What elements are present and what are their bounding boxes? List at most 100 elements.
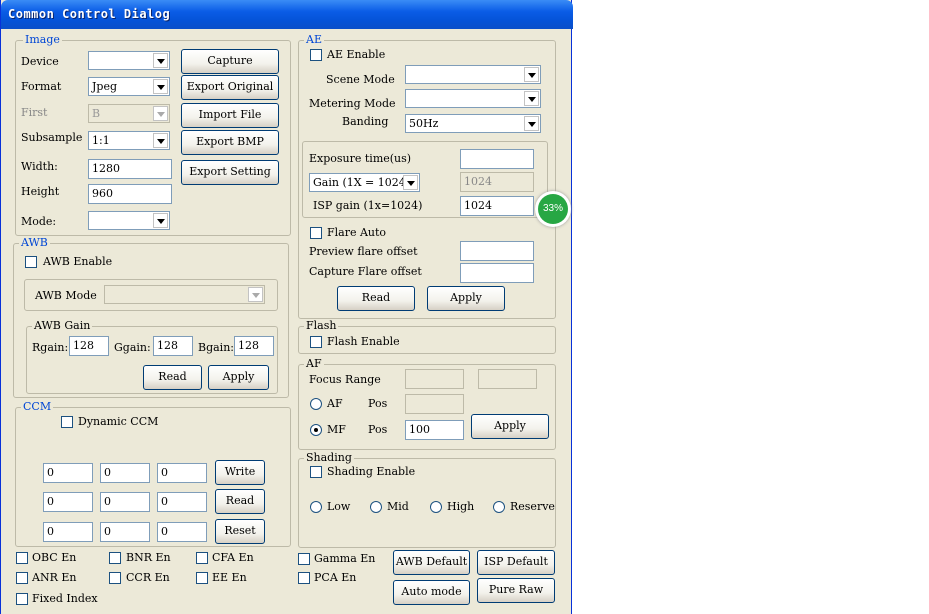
chevron-down-icon[interactable] — [153, 79, 168, 94]
dynamic-ccm-checkbox[interactable] — [61, 416, 73, 428]
awb-group-title: AWB — [19, 236, 50, 249]
isp-default-button[interactable]: ISP Default — [477, 550, 555, 575]
rgain-input[interactable]: 128 — [69, 336, 109, 356]
chevron-down-icon[interactable] — [524, 116, 539, 131]
cfa-en-checkbox[interactable] — [196, 552, 208, 564]
anr-en-label: ANR En — [32, 571, 77, 584]
device-select[interactable] — [88, 51, 170, 70]
pca-en-checkbox[interactable] — [298, 572, 310, 584]
ccm-write-button[interactable]: Write — [215, 460, 265, 485]
ccr-en-label: CCR En — [126, 571, 170, 584]
chevron-down-icon[interactable] — [524, 91, 539, 106]
bnr-en-label: BNR En — [126, 551, 171, 564]
shading-reserve-radio[interactable] — [493, 501, 505, 513]
export-setting-button[interactable]: Export Setting — [181, 160, 279, 185]
shading-enable-checkbox[interactable] — [310, 466, 322, 478]
width-input[interactable]: 1280 — [88, 159, 172, 179]
image-group-title: Image — [23, 33, 62, 46]
auto-mode-button[interactable]: Auto mode — [393, 580, 470, 605]
height-input[interactable]: 960 — [88, 184, 172, 204]
preview-flare-input[interactable] — [460, 241, 534, 261]
banding-label: Banding — [342, 115, 389, 128]
title-bar[interactable]: Common Control Dialog — [1, 0, 573, 29]
shading-mid-label: Mid — [387, 500, 409, 513]
anr-en-checkbox[interactable] — [16, 572, 28, 584]
ccm-cell[interactable]: 0 — [100, 522, 150, 542]
ccm-cell[interactable]: 0 — [157, 463, 207, 483]
device-label: Device — [21, 55, 59, 68]
awb-apply-button[interactable]: Apply — [208, 365, 269, 390]
capture-flare-input[interactable] — [460, 263, 534, 283]
window-title: Common Control Dialog — [8, 7, 171, 21]
fixed-index-checkbox[interactable] — [16, 593, 28, 605]
ae-enable-checkbox[interactable] — [310, 49, 322, 61]
banding-select[interactable]: 50Hz — [405, 114, 541, 133]
awb-read-button[interactable]: Read — [143, 365, 202, 390]
scene-mode-select[interactable] — [405, 65, 541, 84]
pure-raw-button[interactable]: Pure Raw — [477, 578, 555, 603]
ccm-cell[interactable]: 0 — [43, 492, 93, 512]
export-original-button[interactable]: Export Original — [181, 75, 279, 100]
ccm-cell[interactable]: 0 — [157, 522, 207, 542]
bgain-input[interactable]: 128 — [234, 336, 274, 356]
chevron-down-icon[interactable] — [403, 175, 418, 190]
dynamic-ccm-label: Dynamic CCM — [78, 415, 159, 428]
bnr-en-checkbox[interactable] — [109, 552, 121, 564]
flare-auto-checkbox[interactable] — [310, 227, 322, 239]
shading-reserve-label: Reserve — [510, 500, 555, 513]
gain-select[interactable]: Gain (1X = 1024) — [309, 173, 420, 192]
chevron-down-icon[interactable] — [153, 53, 168, 68]
cfa-en-label: CFA En — [212, 551, 254, 564]
metering-mode-label: Metering Mode — [309, 97, 396, 110]
metering-mode-select[interactable] — [405, 89, 541, 108]
ccm-read-button[interactable]: Read — [215, 489, 265, 514]
obc-en-checkbox[interactable] — [16, 552, 28, 564]
exposure-label: Exposure time(us) — [309, 152, 412, 165]
ccm-cell[interactable]: 0 — [43, 522, 93, 542]
shading-low-radio[interactable] — [310, 501, 322, 513]
awb-enable-checkbox[interactable] — [25, 256, 37, 268]
ae-apply-button[interactable]: Apply — [427, 286, 505, 311]
ggain-input[interactable]: 128 — [153, 336, 193, 356]
exposure-input[interactable] — [460, 149, 534, 169]
fixed-index-label: Fixed Index — [32, 592, 98, 605]
capture-button[interactable]: Capture — [181, 49, 279, 74]
shading-low-label: Low — [327, 500, 351, 513]
dialog-window: Common Control Dialog Image Device Forma… — [0, 0, 573, 614]
flare-auto-label: Flare Auto — [327, 226, 387, 239]
ee-en-checkbox[interactable] — [196, 572, 208, 584]
progress-badge[interactable]: 33% — [535, 191, 571, 227]
subsample-select[interactable]: 1:1 — [88, 131, 170, 150]
ccm-cell[interactable]: 0 — [100, 492, 150, 512]
ae-read-button[interactable]: Read — [337, 286, 415, 311]
first-select: B — [88, 104, 170, 123]
chevron-down-icon[interactable] — [153, 133, 168, 148]
mf-pos-label: Pos — [368, 423, 388, 436]
ae-group-title: AE — [304, 33, 324, 46]
mf-pos-input[interactable]: 100 — [405, 420, 464, 440]
isp-gain-input[interactable]: 1024 — [460, 196, 534, 216]
ccm-cell[interactable]: 0 — [100, 463, 150, 483]
ccr-en-checkbox[interactable] — [109, 572, 121, 584]
format-select[interactable]: Jpeg — [88, 77, 170, 96]
export-bmp-button[interactable]: Export BMP — [181, 130, 279, 155]
import-file-button[interactable]: Import File — [181, 103, 279, 128]
af-radio[interactable] — [310, 398, 322, 410]
gamma-en-label: Gamma En — [314, 552, 376, 565]
height-label: Height — [21, 185, 60, 198]
ccm-reset-button[interactable]: Reset — [215, 519, 265, 544]
obc-en-label: OBC En — [32, 551, 77, 564]
ccm-cell[interactable]: 0 — [43, 463, 93, 483]
af-apply-button[interactable]: Apply — [471, 414, 549, 439]
ccm-cell[interactable]: 0 — [157, 492, 207, 512]
mode-select[interactable] — [88, 211, 170, 230]
awb-default-button[interactable]: AWB Default — [393, 550, 470, 575]
shading-high-radio[interactable] — [430, 501, 442, 513]
gamma-en-checkbox[interactable] — [298, 553, 310, 565]
shading-mid-radio[interactable] — [370, 501, 382, 513]
flash-enable-checkbox[interactable] — [310, 336, 322, 348]
mf-radio[interactable] — [310, 424, 322, 436]
awb-enable-label: AWB Enable — [43, 255, 113, 268]
chevron-down-icon[interactable] — [524, 67, 539, 82]
chevron-down-icon[interactable] — [153, 213, 168, 228]
